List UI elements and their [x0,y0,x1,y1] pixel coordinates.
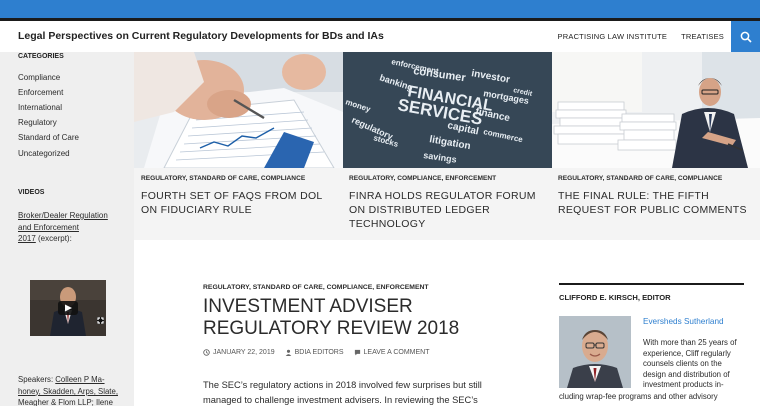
speaker-line3: Meagher & Flom LLP; Ilene [18,398,113,406]
category-compliance[interactable]: Compliance [18,73,60,82]
post-date[interactable]: JANUARY 22, 2019 [203,349,275,356]
category-international[interactable]: International [18,103,62,112]
search-icon [740,31,752,43]
speakers-text: Speakers: Colleen P Ma- honey, Skadden, … [18,374,128,406]
featured-3-categories[interactable]: REGULATORY, STANDARD OF CARE, COMPLIANCE [558,175,722,182]
featured-image-1[interactable] [134,52,343,168]
featured-posts: consumer investor credit banking mortgag… [134,52,760,240]
fullscreen-icon[interactable] [97,317,104,324]
editor-photo [559,316,631,388]
post-categories[interactable]: REGULATORY, STANDARD OF CARE, COMPLIANCE… [203,284,429,291]
nav-item-practising-law-institute[interactable]: PRACTISING LAW INSTITUTE [558,32,668,41]
editor-firm-link[interactable]: Eversheds Sutherland [643,317,724,326]
post-meta: JANUARY 22, 2019 BDIA EDITORS LEAVE A CO… [203,349,430,356]
video-link-year[interactable]: 2017 [18,234,36,243]
post-title[interactable]: INVESTMENT ADVISER REGULATORY REVIEW 201… [203,296,503,340]
featured-1-title[interactable]: FOURTH SET OF FAQS FROM DOL ON FIDUCIARY… [141,189,341,217]
featured-image-2[interactable]: consumer investor credit banking mortgag… [343,52,552,168]
featured-image-3[interactable] [552,52,760,168]
site-title[interactable]: Legal Perspectives on Current Regulatory… [18,30,384,42]
sidebar: CATEGORIES Compliance Enforcement Intern… [0,52,134,406]
top-accent-bar [0,0,760,18]
editor-heading: CLIFFORD E. KIRSCH, EDITOR [559,293,671,302]
videos-heading: VIDEOS [18,189,45,196]
featured-2-categories[interactable]: REGULATORY, COMPLIANCE, ENFORCEMENT [349,175,496,182]
category-standard-of-care[interactable]: Standard of Care [18,133,79,142]
editor-bio: With more than 25 years of experience, C… [643,338,737,389]
speakers-prefix: Speakers: [18,375,56,384]
post-date-text[interactable]: JANUARY 22, 2019 [213,349,275,356]
post-comment-link[interactable]: LEAVE A COMMENT [354,349,430,356]
post-author-text[interactable]: BDIA EDITORS [295,349,344,356]
editor-bio-continued: cluding wrap-fee programs and other advi… [559,392,718,401]
featured-3-title[interactable]: THE FINAL RULE: THE FIFTH REQUEST FOR PU… [558,189,758,217]
nav-item-treatises[interactable]: TREATISES [681,32,724,41]
category-regulatory[interactable]: Regulatory [18,118,57,127]
clock-icon [203,349,210,356]
user-icon [285,349,291,356]
speaker-link-line1[interactable]: Colleen P Ma- [55,375,104,384]
post-excerpt: The SEC’s regulatory actions in 2018 inv… [203,380,482,405]
video-thumbnail[interactable] [30,280,106,336]
main-nav: PRACTISING LAW INSTITUTE TREATISES [558,21,724,52]
post-comment-text[interactable]: LEAVE A COMMENT [364,349,430,356]
search-button[interactable] [731,21,760,52]
editor-widget-rule [559,283,744,285]
featured-1-categories[interactable]: REGULATORY, STANDARD OF CARE, COMPLIANCE [141,175,305,182]
speaker-link-line2[interactable]: honey, Skadden, Arps, Slate, [18,387,118,396]
category-enforcement[interactable]: Enforcement [18,88,63,97]
video-link-suffix: (excerpt): [35,234,72,243]
video-frame [30,280,106,336]
site-header: Legal Perspectives on Current Regulatory… [0,21,760,52]
video-link-line1[interactable]: Broker/Dealer Regulation [18,211,108,220]
post-author[interactable]: BDIA EDITORS [285,349,344,356]
video-link-line2[interactable]: and Enforcement [18,223,79,232]
featured-2-title[interactable]: FINRA HOLDS REGULATOR FORUM ON DISTRIBUT… [349,189,549,231]
category-uncategorized[interactable]: Uncategorized [18,149,70,158]
video-link[interactable]: Broker/Dealer Regulation and Enforcement… [18,210,128,245]
comment-icon [354,349,360,356]
categories-heading: CATEGORIES [18,53,64,60]
